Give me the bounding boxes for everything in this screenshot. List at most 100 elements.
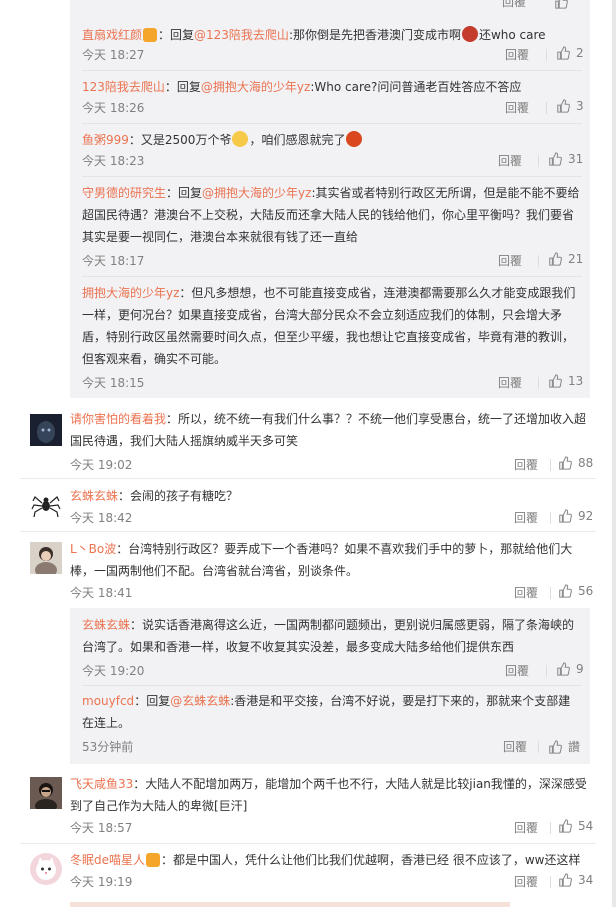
thumbs-up-icon xyxy=(559,819,572,833)
like-button[interactable]: 13 xyxy=(548,374,583,388)
separator xyxy=(82,276,582,277)
thumbs-up-icon xyxy=(557,46,570,60)
thumbs-up-icon xyxy=(549,374,562,388)
separator xyxy=(82,123,582,124)
like-button[interactable]: 54 xyxy=(558,819,593,833)
timestamp: 今天 18:17 xyxy=(82,254,145,268)
scrollbar-track[interactable] xyxy=(612,0,616,907)
clipped-row xyxy=(70,902,510,907)
timestamp: 今天 19:19 xyxy=(70,875,133,889)
divider xyxy=(550,587,551,599)
vip-badge-icon xyxy=(143,28,158,42)
reply-button[interactable]: 回覆 xyxy=(514,509,538,526)
username-link[interactable]: 玄蛛玄蛛 xyxy=(70,489,118,503)
thumbs-up-icon xyxy=(557,662,570,676)
username-link[interactable]: L丶Bo波 xyxy=(70,542,116,556)
smile-emoji-icon xyxy=(232,131,249,147)
username-link[interactable]: mouyfcd xyxy=(82,694,134,708)
reply-button[interactable]: 回覆 xyxy=(505,662,529,679)
username-link[interactable]: 飞天咸鱼33 xyxy=(70,777,133,791)
like-button[interactable]: 讚 xyxy=(548,738,580,755)
avatar[interactable] xyxy=(30,542,62,574)
spider-avatar-image xyxy=(30,489,62,521)
divider xyxy=(546,665,547,677)
reply-button[interactable]: 回覆 xyxy=(503,738,527,755)
like-button[interactable]: 34 xyxy=(558,873,593,887)
avatar[interactable] xyxy=(30,777,62,809)
like-button[interactable]: 56 xyxy=(558,584,593,598)
reply-button[interactable]: 回覆 xyxy=(498,374,522,391)
like-count: 34 xyxy=(578,873,594,887)
separator xyxy=(82,176,582,177)
divider xyxy=(538,377,539,389)
like-count: 13 xyxy=(568,374,584,388)
thumbs-up-icon xyxy=(549,252,562,266)
sub-comment: 123陪我去爬山：回复@拥抱大海的少年yz:Who care?问问普通老百姓答应… xyxy=(82,76,582,98)
comment-text: ：台湾特别行政区？要弄成下一个香港吗？如果不喜欢我们手中的萝卜，那就给他们大棒，… xyxy=(70,542,573,578)
like-count: 9 xyxy=(576,662,584,676)
timestamp: 53分钟前 xyxy=(82,740,134,754)
mention-link[interactable]: @123陪我去爬山 xyxy=(194,28,289,42)
sub-comment: 直扇戏红颜 ：回复@123陪我去爬山:那你倒是先把香港澳门变成市啊 还who car… xyxy=(82,24,582,46)
like-button[interactable]: 31 xyxy=(548,152,583,166)
mention-link[interactable]: @拥抱大海的少年yz xyxy=(201,80,310,94)
reply-button[interactable]: 回覆 xyxy=(505,99,529,116)
avatar-image xyxy=(30,414,62,446)
separator xyxy=(20,531,596,532)
comment-item: 飞天咸鱼33：大陆人不配增加两万，能增加个两千也不行，大陆人就是比较jian我懂… xyxy=(0,773,616,843)
like-button[interactable]: 2 xyxy=(556,46,584,60)
divider xyxy=(538,155,539,167)
reply-button[interactable]: 回覆 xyxy=(514,456,538,473)
timestamp: 今天 19:20 xyxy=(82,664,145,678)
username-link[interactable]: 123陪我去爬山 xyxy=(82,80,165,94)
like-button[interactable]: 9 xyxy=(556,662,584,676)
thumbs-up-icon xyxy=(549,152,562,166)
mention-link[interactable]: @拥抱大海的少年yz xyxy=(202,186,311,200)
avatar-image xyxy=(30,542,62,574)
thumbs-up-icon xyxy=(549,739,562,754)
username-link[interactable]: 冬眠de喵星人 xyxy=(70,853,145,867)
mention-link[interactable]: @玄蛛玄蛛 xyxy=(170,694,230,708)
comment-text: :那你倒是先把香港澳门变成市啊 xyxy=(288,28,461,42)
username-link[interactable]: 拥抱大海的少年yz xyxy=(82,286,179,300)
like-count: 54 xyxy=(578,819,594,833)
username-link[interactable]: 玄蛛玄蛛 xyxy=(82,618,130,632)
username-link[interactable]: 鱼粥999 xyxy=(82,133,129,147)
separator xyxy=(82,70,582,71)
reply-button[interactable]: 回覆 xyxy=(498,252,522,269)
laughing-emoji-icon xyxy=(461,26,478,42)
like-button[interactable]: 3 xyxy=(556,99,584,113)
username-link[interactable]: 直扇戏红颜 xyxy=(82,28,142,42)
reply-button[interactable]: 回覆 xyxy=(502,0,526,10)
username-link[interactable]: 守男德的研究生 xyxy=(82,186,166,200)
avatar-image xyxy=(30,777,62,809)
comment-text: ：回复 xyxy=(164,80,201,94)
reply-button[interactable]: 回覆 xyxy=(514,873,538,890)
timestamp: 今天 18:41 xyxy=(70,586,133,600)
angry-emoji-icon xyxy=(346,131,363,147)
comment-text: ：都是中国人，凭什么让他们比我们优越啊，香港已经 很不应该了，ww还这样 xyxy=(161,853,581,867)
like-button[interactable]: 88 xyxy=(558,456,593,470)
reply-button[interactable]: 回覆 xyxy=(505,46,529,63)
divider xyxy=(538,255,539,267)
comment-item: L丶Bo波：台湾特别行政区？要弄成下一个香港吗？如果不喜欢我们手中的萝卜，那就给… xyxy=(0,538,616,608)
username-link[interactable]: 请你害怕的看着我 xyxy=(70,412,166,426)
like-button[interactable]: 92 xyxy=(558,509,593,523)
like-button[interactable]: 21 xyxy=(548,252,583,266)
divider xyxy=(538,741,539,753)
sub-comment: 拥抱大海的少年yz：但凡多想想，也不可能直接变成省，连港澳都需要那么久才能变成跟… xyxy=(82,282,582,370)
avatar[interactable] xyxy=(30,414,62,446)
timestamp: 今天 19:02 xyxy=(70,458,133,472)
comment-text: ：回复 xyxy=(134,694,171,708)
avatar[interactable] xyxy=(30,489,62,521)
sub-comment: 玄蛛玄蛛：说实话香港离得这么近，一国两制都问题频出，更别说归属感更弱，隔了条海峡… xyxy=(82,614,582,658)
divider xyxy=(550,512,551,524)
divider xyxy=(550,459,551,471)
reply-button[interactable]: 回覆 xyxy=(514,819,538,836)
reply-button[interactable]: 回覆 xyxy=(514,584,538,601)
timestamp: 今天 18:26 xyxy=(82,101,145,115)
reply-button[interactable]: 回覆 xyxy=(498,152,522,169)
avatar[interactable] xyxy=(30,853,62,885)
like-button[interactable] xyxy=(554,0,574,9)
comment-text: ：回复 xyxy=(166,186,203,200)
